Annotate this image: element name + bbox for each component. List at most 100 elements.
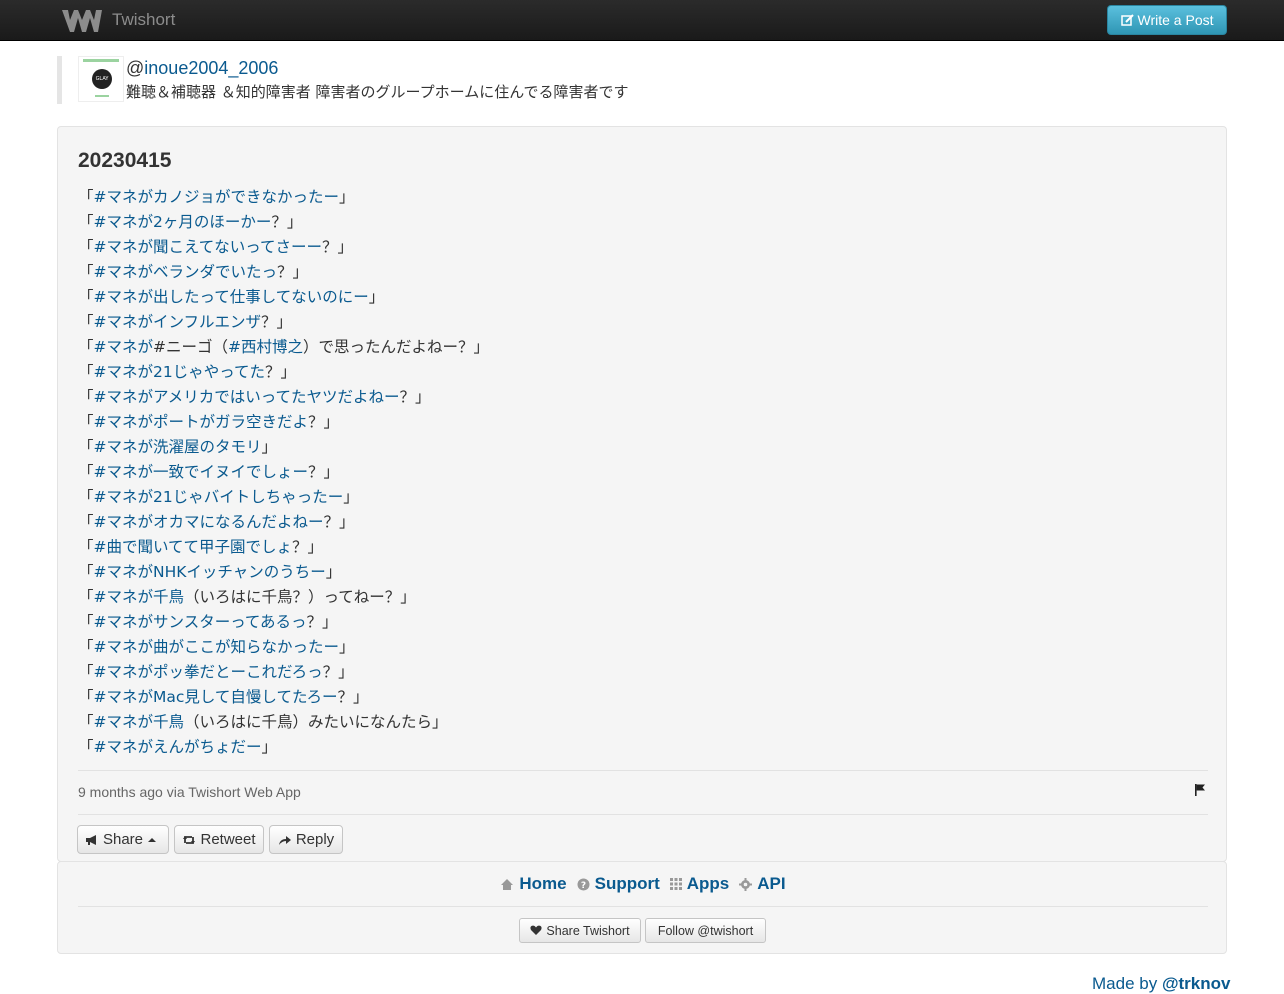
heart-icon (530, 925, 542, 935)
hashtag-link[interactable]: #マネがえんがちょだー (94, 738, 262, 756)
post-line-text: （いろはに千鳥）みたいになんたら」 (184, 713, 448, 731)
post-line: 「#マネが出したって仕事してないのにー」 (78, 285, 489, 310)
post-line: 「#マネがサンスターってあるっ？」 (78, 610, 489, 635)
hashtag-link[interactable]: #マネが (94, 338, 154, 356)
post-line-text: 「 (78, 313, 94, 331)
footer-nav-home[interactable]: Home (500, 874, 567, 894)
post-line-text: 「 (78, 463, 94, 481)
hashtag-link[interactable]: #マネが21じゃバイトしちゃったー (94, 488, 344, 506)
post-line: 「#曲で聞いてて甲子園でしょ？」 (78, 535, 489, 560)
post-line-text: 「 (78, 538, 94, 556)
post-line-text: 「 (78, 413, 94, 431)
hashtag-link[interactable]: #マネが聞こえてないってさーー (94, 238, 322, 256)
hashtag-link[interactable]: #マネが2ヶ月のほーかー (94, 213, 272, 231)
post-line-text: ？」 (322, 663, 354, 681)
hashtag-link[interactable]: #マネがカノジョができなかったー (94, 188, 340, 206)
post-line-text: ？」 (306, 613, 338, 631)
hashtag-link[interactable]: #マネがサンスターってあるっ (94, 613, 307, 631)
flag-icon[interactable] (1194, 783, 1206, 797)
grid-icon (669, 878, 682, 890)
post-line-text: ？」 (264, 363, 296, 381)
post-line-text: 」 (368, 288, 385, 306)
bullhorn-icon (85, 834, 96, 845)
post-line-text: 「 (78, 688, 94, 706)
retweet-label: Retweet (200, 831, 256, 848)
post-line: 「#マネがポートがガラ空きだよ？」 (78, 410, 489, 435)
hashtag-link[interactable]: #マネがMac見して自慢してたろー (94, 688, 338, 706)
post-line-text: 「 (78, 363, 94, 381)
post-line-text: ？」 (308, 413, 340, 431)
post-line-text: 「 (78, 713, 94, 731)
write-post-button[interactable]: Write a Post (1107, 5, 1227, 35)
share-twishort-button[interactable]: Share Twishort (519, 918, 641, 943)
gear-icon (739, 877, 753, 891)
hashtag-link[interactable]: #マネがオカマになるんだよねー (94, 513, 324, 531)
post-line-text: ？」 (277, 263, 309, 281)
reply-label: Reply (295, 831, 335, 848)
post-line: 「#マネがNHKイッチャンのうちー」 (78, 560, 489, 585)
share-button[interactable]: Share (77, 825, 169, 854)
post-line-text: ？」 (292, 538, 324, 556)
svg-text:?: ? (580, 881, 585, 891)
author-handle-link[interactable]: inoue2004_2006 (144, 58, 278, 78)
caret-up-icon (148, 837, 157, 842)
post-line-text: #ニーゴ（ (153, 338, 229, 356)
post-card: 20230415 「#マネがカノジョができなかったー」 「#マネが2ヶ月のほーかー… (57, 126, 1227, 862)
share-arrow-icon (278, 835, 291, 845)
hashtag-link[interactable]: #マネがインフルエンザ (94, 313, 262, 331)
brand[interactable]: Twishort (60, 4, 175, 36)
post-line-text: 「 (78, 438, 94, 456)
hashtag-link[interactable]: #マネがNHKイッチャンのうちー (94, 563, 326, 581)
post-line-text: 「 (78, 488, 94, 506)
post-title: 20230415 (78, 149, 172, 172)
post-line: 「#マネが一致でイヌイでしょー？」 (78, 460, 489, 485)
post-line-text: 「 (78, 188, 94, 206)
hashtag-link[interactable]: #マネが洗濯屋のタモリ (94, 438, 262, 456)
hashtag-link[interactable]: #マネがポッ拳だとーこれだろっ (94, 663, 323, 681)
hashtag-link[interactable]: #マネがアメリカではいってたヤツだよねー (94, 388, 400, 406)
hashtag-link[interactable]: #マネがポートがガラ空きだよ (94, 413, 309, 431)
post-line-text: 」 (343, 488, 359, 506)
post-line: 「#マネがインフルエンザ？」 (78, 310, 489, 335)
hashtag-link[interactable]: #西村博之 (228, 338, 303, 356)
made-by: Made by @trknov (1092, 974, 1231, 993)
post-line-text: ）で思ったんだよねー？」 (303, 338, 490, 356)
post-line: 「#マネが千鳥（いろはに千鳥？）ってねー？」 (78, 585, 489, 610)
footer-nav-api[interactable]: API (739, 874, 786, 894)
post-line-text: 「 (78, 513, 94, 531)
footer-nav-support[interactable]: ? Support (577, 874, 660, 894)
write-post-label: Write a Post (1137, 12, 1214, 28)
divider (78, 770, 1208, 771)
post-line: 「#マネがポッ拳だとーこれだろっ？」 (78, 660, 489, 685)
hashtag-link[interactable]: #曲で聞いてて甲子園でしょ (94, 538, 293, 556)
post-line: 「#マネが#ニーゴ（#西村博之）で思ったんだよねー？」 (78, 335, 489, 360)
post-line: 「#マネが千鳥（いろはに千鳥）みたいになんたら」 (78, 710, 489, 735)
post-line-text: 「 (78, 288, 94, 306)
hashtag-link[interactable]: #マネがベランダでいたっ (94, 263, 278, 281)
post-line-text: 「 (78, 613, 94, 631)
follow-twishort-button[interactable]: Follow @twishort (645, 918, 766, 943)
hashtag-link[interactable]: #マネが出したって仕事してないのにー (94, 288, 369, 306)
author-credit-link[interactable]: @trknov (1162, 974, 1231, 993)
hashtag-link[interactable]: #マネが21じゃやってた (94, 363, 265, 381)
post-line-text: ？」 (323, 513, 355, 531)
post-line-text: ？」 (321, 238, 353, 256)
post-line: 「#マネがカノジョができなかったー」 (78, 185, 489, 210)
post-line: 「#マネがアメリカではいってたヤツだよねー？」 (78, 385, 489, 410)
post-line-text: ？」 (261, 313, 293, 331)
avatar[interactable]: GLAY (78, 56, 124, 102)
post-line-text: 「 (78, 338, 94, 356)
avatar-label: GLAY (92, 69, 112, 89)
reply-button[interactable]: Reply (269, 825, 343, 854)
divider (78, 814, 1208, 815)
hashtag-link[interactable]: #マネが千鳥 (94, 588, 185, 606)
footer-nav-apps[interactable]: Apps (669, 874, 729, 894)
hashtag-link[interactable]: #マネが曲がここが知らなかったー (94, 638, 340, 656)
hashtag-link[interactable]: #マネが千鳥 (94, 713, 185, 731)
hashtag-link[interactable]: #マネが一致でイヌイでしょー (94, 463, 309, 481)
post-line: 「#マネが曲がここが知らなかったー」 (78, 635, 489, 660)
retweet-button[interactable]: Retweet (174, 825, 264, 854)
footer-nav: Home ? Support Apps API (58, 874, 1228, 894)
brand-name: Twishort (112, 10, 176, 29)
post-line-text: 「 (78, 263, 94, 281)
